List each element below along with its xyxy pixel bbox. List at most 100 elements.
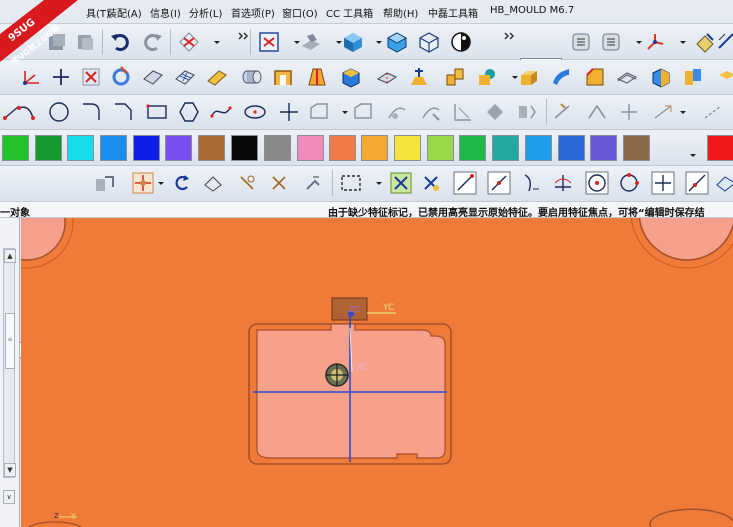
replace-face-icon[interactable] — [712, 64, 733, 90]
constraint-icon[interactable] — [550, 99, 576, 125]
model-view[interactable]: YC XC ZC Y Z — [21, 218, 733, 527]
rectangle-icon[interactable] — [144, 99, 170, 125]
ruled-surface-icon[interactable] — [204, 64, 230, 90]
mirror-curve-icon[interactable] — [514, 99, 540, 125]
sheet-icon[interactable] — [140, 64, 166, 90]
menu-hb-mould[interactable]: HB_MOULD M6.7 — [490, 5, 574, 16]
extrude-icon[interactable] — [108, 64, 134, 90]
fit-view-icon[interactable] — [256, 29, 282, 55]
menu-preferences[interactable]: 首选项(P) — [231, 5, 275, 20]
studio-spline-icon[interactable] — [208, 99, 234, 125]
quick-trim-icon[interactable] — [418, 99, 444, 125]
color-swatch[interactable] — [394, 135, 421, 161]
color-swatch[interactable] — [133, 135, 160, 161]
snap-end-point-icon[interactable] — [452, 170, 478, 196]
color-swatch[interactable] — [165, 135, 192, 161]
scrollbar-thumb[interactable]: ≡ — [5, 313, 15, 369]
show-constraints-icon[interactable] — [616, 99, 642, 125]
more-tools-icon[interactable] — [232, 27, 258, 53]
snap-arc-center-circle-icon[interactable] — [584, 170, 610, 196]
arc-icon[interactable] — [14, 99, 40, 125]
selection-scope-icon[interactable] — [92, 170, 118, 196]
color-swatch[interactable] — [525, 135, 552, 161]
point-icon[interactable] — [48, 64, 74, 90]
menu-analysis[interactable]: 分析(L) — [189, 5, 222, 20]
color-swatch[interactable] — [558, 135, 585, 161]
wireframe-cube-icon[interactable] — [416, 29, 442, 55]
auto-constrain-icon[interactable] — [584, 99, 610, 125]
snap-point-on-curve-icon[interactable] — [684, 170, 710, 196]
menu-help[interactable]: 帮助(H) — [383, 5, 418, 20]
menu-info[interactable]: 信息(I) — [150, 5, 181, 20]
fillet-icon[interactable] — [78, 99, 104, 125]
intersect-icon[interactable] — [680, 64, 706, 90]
block-icon[interactable] — [516, 64, 542, 90]
trim-body-icon[interactable] — [406, 64, 432, 90]
color-swatch[interactable] — [623, 135, 650, 161]
color-swatch[interactable] — [100, 135, 127, 161]
color-swatch[interactable] — [297, 135, 324, 161]
save-icon[interactable] — [44, 29, 70, 55]
offset-face-icon[interactable] — [338, 64, 364, 90]
menu-assembly[interactable]: 装配(A) — [107, 5, 142, 20]
snap-arc-center-icon[interactable] — [234, 170, 260, 196]
shaded-cube-edges-icon[interactable] — [384, 29, 410, 55]
sew-icon[interactable] — [374, 64, 400, 90]
snap-mid-point-icon[interactable] — [486, 170, 512, 196]
copy-icon[interactable] — [72, 29, 98, 55]
color-swatch[interactable] — [329, 135, 356, 161]
offset-curve-icon[interactable] — [306, 99, 332, 125]
circle-icon[interactable] — [46, 99, 72, 125]
point-set-icon[interactable] — [78, 64, 104, 90]
resource-scrollbar[interactable]: ▲ ≡ ▼ — [3, 248, 16, 478]
snap-existing-point-icon[interactable] — [650, 170, 676, 196]
panel-collapse-icon[interactable]: ∨ — [3, 490, 15, 504]
color-swatch[interactable] — [492, 135, 519, 161]
menu-cc-toolbox[interactable]: CC 工具箱 — [326, 5, 373, 20]
layer-settings-icon[interactable] — [568, 29, 594, 55]
wcs-display-icon[interactable] — [176, 29, 202, 55]
select-body-icon[interactable] — [200, 170, 226, 196]
mesh-surface-icon[interactable] — [172, 64, 198, 90]
derived-lines-icon[interactable] — [384, 99, 410, 125]
snap-control-point-icon[interactable] — [550, 170, 576, 196]
chamfer-icon[interactable] — [582, 64, 608, 90]
datum-csys-icon[interactable] — [18, 64, 44, 90]
redo-icon[interactable] — [140, 29, 166, 55]
dropdown-arrow-icon[interactable] — [680, 135, 706, 161]
wcs-orient-icon[interactable] — [642, 29, 668, 55]
chamfer-curve-icon[interactable] — [110, 99, 136, 125]
dropdown-arrow-icon[interactable] — [204, 29, 230, 55]
unite-icon[interactable] — [474, 64, 500, 90]
boolean-icon[interactable] — [442, 64, 468, 90]
rectangle-select-icon[interactable] — [338, 170, 364, 196]
snap-point-icon[interactable] — [300, 170, 326, 196]
scroll-up-icon[interactable]: ▲ — [4, 249, 16, 263]
shell-icon[interactable] — [270, 64, 296, 90]
snap-quadrant-icon[interactable] — [616, 170, 642, 196]
enable-snap-icon[interactable] — [388, 170, 414, 196]
color-swatch[interactable] — [35, 135, 62, 161]
thicken-icon[interactable] — [614, 64, 640, 90]
deselect-icon[interactable] — [168, 170, 194, 196]
shaded-cube-icon[interactable] — [340, 29, 366, 55]
more-tools-icon[interactable] — [498, 27, 524, 53]
color-swatch[interactable] — [707, 135, 733, 161]
project-curve-icon[interactable] — [350, 99, 376, 125]
move-to-layer-icon[interactable] — [598, 29, 624, 55]
ellipse-icon[interactable] — [242, 99, 268, 125]
snap-tangent-icon[interactable] — [518, 170, 544, 196]
color-swatch[interactable] — [67, 135, 94, 161]
color-swatch[interactable] — [361, 135, 388, 161]
menu-zhonglei-toolbox[interactable]: 中磊工具箱 — [428, 5, 478, 20]
cylinder-icon[interactable] — [238, 64, 264, 90]
color-swatch[interactable] — [231, 135, 258, 161]
make-corner-icon[interactable] — [482, 99, 508, 125]
measure-icon[interactable] — [714, 29, 733, 55]
color-swatch[interactable] — [590, 135, 617, 161]
studio-sphere-icon[interactable] — [448, 29, 474, 55]
polygon-icon[interactable] — [176, 99, 202, 125]
color-swatch[interactable] — [427, 135, 454, 161]
snap-point-on-face-icon[interactable] — [712, 170, 733, 196]
dropdown-arrow-icon[interactable] — [670, 99, 696, 125]
